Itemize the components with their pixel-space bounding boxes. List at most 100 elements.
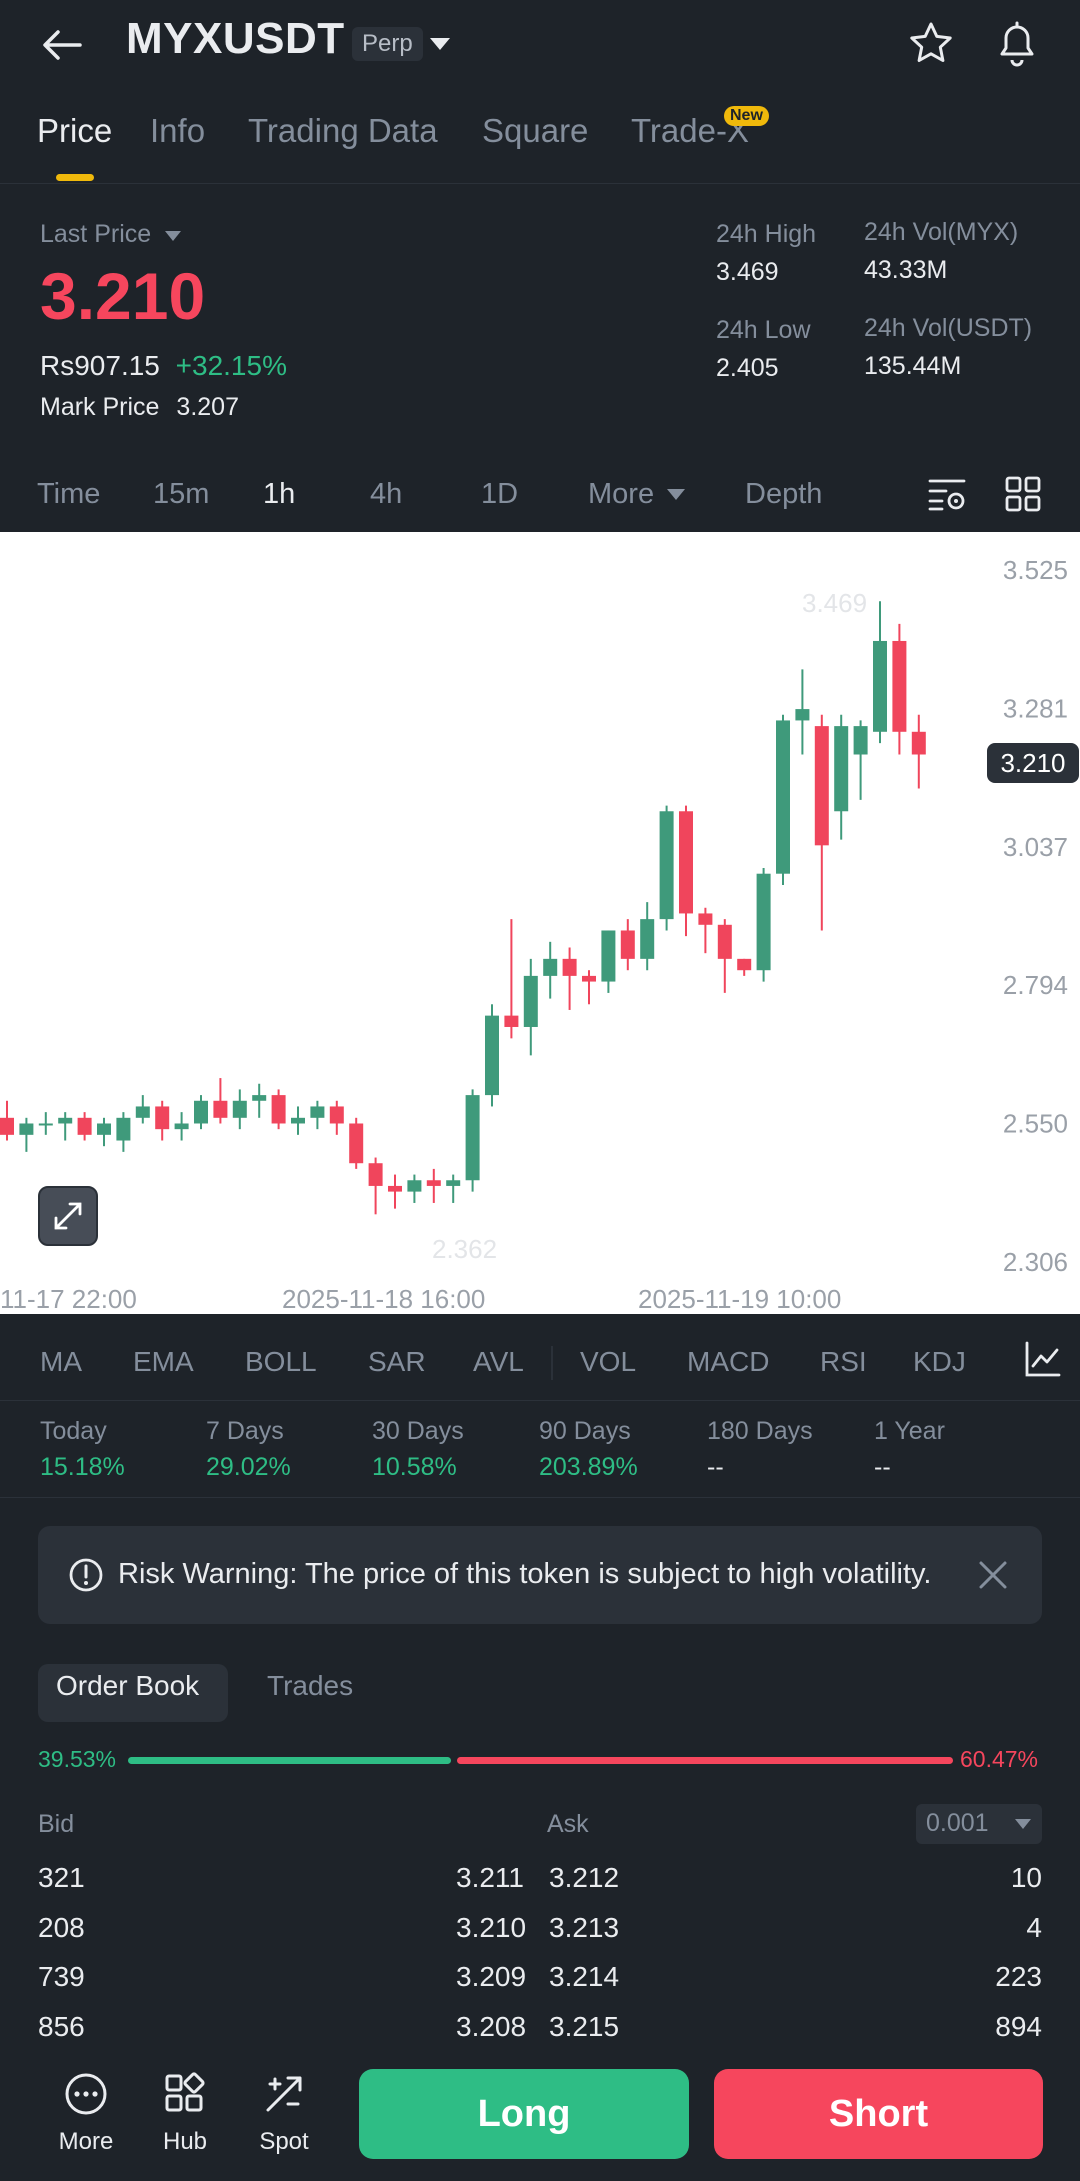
fiat-value: Rs907.15 — [40, 350, 160, 381]
perf-today-value: 15.18% — [40, 1453, 125, 1481]
indicator-rsi[interactable]: RSI — [820, 1346, 867, 1378]
chart-indicators-icon[interactable] — [1024, 1340, 1062, 1383]
indicator-kdj[interactable]: KDJ — [913, 1346, 966, 1378]
star-icon[interactable] — [908, 20, 954, 71]
candle-up — [19, 1123, 34, 1135]
new-badge: New — [724, 106, 769, 126]
ask-qty[interactable]: 4 — [1026, 1912, 1042, 1944]
indicator-macd[interactable]: MACD — [687, 1346, 769, 1378]
candle-up — [38, 1123, 53, 1126]
y-axis: 3.525 3.281 3.037 2.794 2.550 2.306 — [1003, 555, 1068, 1277]
ask-price[interactable]: 3.215 — [549, 2011, 619, 2043]
indicator-divider — [0, 1400, 1080, 1401]
candle-up — [97, 1123, 111, 1135]
indicator-avl[interactable]: AVL — [473, 1346, 524, 1378]
candle-up — [756, 873, 771, 971]
ask-qty[interactable]: 10 — [1011, 1862, 1042, 1894]
hub-grid-icon — [165, 2072, 205, 2112]
candle-down — [349, 1123, 364, 1164]
spot-button[interactable]: Spot — [234, 2072, 334, 2162]
interval-1d[interactable]: 1D — [481, 478, 518, 511]
candle-down — [698, 913, 713, 925]
short-button[interactable]: Short — [714, 2069, 1043, 2159]
y-tick-label: 3.037 — [1003, 832, 1068, 862]
min-price-label: 2.362 — [432, 1234, 497, 1264]
perf-180d-value: -- — [707, 1453, 724, 1481]
candlestick-chart[interactable]: 3.525 3.281 3.037 2.794 2.550 2.306 11-17 22:… — [0, 532, 1080, 1314]
interval-15m[interactable]: 15m — [153, 478, 209, 511]
perf-7d-value: 29.02% — [206, 1453, 291, 1481]
hub-button[interactable]: Hub — [135, 2072, 235, 2162]
precision-select[interactable]: 0.001 — [916, 1804, 1042, 1844]
indicator-vol[interactable]: VOL — [580, 1346, 636, 1378]
bid-qty[interactable]: 856 — [38, 2011, 85, 2043]
more-caret-icon[interactable] — [666, 488, 686, 506]
y-tick-label: 3.525 — [1003, 555, 1068, 585]
risk-warning-text: Risk Warning: The price of this token is… — [118, 1558, 932, 1590]
chart-settings-icon[interactable] — [928, 476, 966, 517]
more-label: More — [58, 2128, 114, 2155]
candle-up — [407, 1180, 422, 1192]
low-value: 2.405 — [716, 354, 779, 382]
price-fiat-row: Rs907.15 +32.15% — [40, 350, 287, 382]
candle-down — [271, 1095, 286, 1124]
ask-price[interactable]: 3.212 — [549, 1862, 619, 1894]
more-button[interactable]: More — [36, 2072, 136, 2162]
hub-label: Hub — [162, 2128, 208, 2155]
tab-trading-data[interactable]: Trading Data — [248, 112, 438, 150]
indicator-ma[interactable]: MA — [40, 1346, 82, 1378]
interval-1h[interactable]: 1h — [263, 478, 295, 511]
candle-up — [543, 958, 558, 976]
symbol-title[interactable]: MYXUSDT — [126, 14, 345, 64]
candle-down — [77, 1117, 92, 1135]
indicator-boll[interactable]: BOLL — [245, 1346, 317, 1378]
tab-square[interactable]: Square — [482, 112, 588, 150]
long-button[interactable]: Long — [359, 2069, 689, 2159]
indicator-sar[interactable]: SAR — [368, 1346, 426, 1378]
tab-trades[interactable]: Trades — [267, 1670, 353, 1702]
ask-qty[interactable]: 894 — [995, 2011, 1042, 2043]
interval-more[interactable]: More — [588, 478, 654, 511]
bid-price[interactable]: 3.211 — [456, 1862, 524, 1894]
bid-price[interactable]: 3.210 — [456, 1912, 526, 1944]
bell-icon[interactable] — [994, 18, 1040, 73]
precision-value: 0.001 — [926, 1809, 989, 1837]
bid-qty[interactable]: 208 — [38, 1912, 85, 1944]
ask-qty[interactable]: 223 — [995, 1961, 1042, 1993]
tab-order-book-label[interactable]: Order Book — [56, 1670, 199, 1702]
bid-price[interactable]: 3.208 — [456, 2011, 526, 2043]
interval-time[interactable]: Time — [37, 478, 100, 511]
interval-depth[interactable]: Depth — [745, 478, 822, 511]
ask-price[interactable]: 3.214 — [549, 1961, 619, 1993]
last-price-label[interactable]: Last Price — [40, 220, 182, 249]
candle-up — [659, 811, 674, 920]
tab-info[interactable]: Info — [150, 112, 205, 150]
candle-down — [155, 1106, 170, 1130]
candle-up — [194, 1100, 208, 1124]
bid-qty[interactable]: 739 — [38, 1961, 85, 1993]
close-icon[interactable] — [978, 1560, 1008, 1595]
dropdown-caret-icon[interactable] — [428, 36, 452, 57]
vol-base-value: 43.33M — [864, 256, 948, 284]
bid-percent: 39.53% — [38, 1746, 117, 1772]
performance-divider — [0, 1497, 1080, 1498]
back-arrow-icon[interactable] — [40, 22, 86, 68]
indicator-ema[interactable]: EMA — [133, 1346, 194, 1378]
current-price-tag-text: 3.210 — [1000, 748, 1065, 778]
interval-4h[interactable]: 4h — [370, 478, 402, 511]
bid-price[interactable]: 3.209 — [456, 1961, 526, 1993]
high-value: 3.469 — [716, 258, 779, 286]
ask-price[interactable]: 3.213 — [549, 1912, 619, 1944]
candle-down — [717, 924, 732, 959]
layout-grid-icon[interactable] — [1005, 476, 1041, 517]
low-label: 24h Low — [716, 316, 811, 344]
vol-quote-value: 135.44M — [864, 352, 962, 380]
perf-90d-value: 203.89% — [539, 1453, 638, 1481]
chart-canvas[interactable]: 3.525 3.281 3.037 2.794 2.550 2.306 11-17 22:… — [0, 532, 1080, 1314]
tab-price[interactable]: Price — [37, 112, 112, 150]
expand-chart-icon[interactable] — [38, 1186, 98, 1246]
x-tick-label: 2025-11-19 10:00 — [638, 1284, 841, 1314]
precision-caret-icon — [1015, 1819, 1031, 1829]
bid-qty[interactable]: 321 — [38, 1862, 85, 1894]
candle-down — [737, 958, 752, 971]
